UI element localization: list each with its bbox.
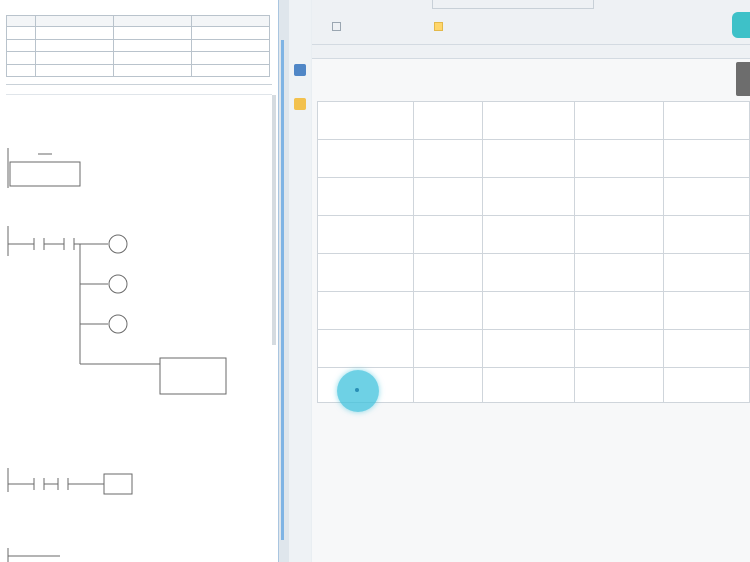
corner-action-button[interactable] xyxy=(732,12,750,38)
grid-header-cell xyxy=(316,101,415,140)
variable-table[interactable] xyxy=(6,14,270,78)
grid-cell[interactable] xyxy=(413,139,483,178)
grid-header-row xyxy=(316,101,750,140)
grid-cell[interactable] xyxy=(316,253,415,292)
var-cell[interactable] xyxy=(35,38,114,53)
grid-cell[interactable] xyxy=(481,253,576,292)
var-cell[interactable] xyxy=(6,63,36,78)
toolbar xyxy=(312,0,750,59)
folder-icon[interactable] xyxy=(294,98,306,110)
variable-row[interactable] xyxy=(6,63,270,78)
var-cell[interactable] xyxy=(113,63,192,78)
var-header-cell xyxy=(191,14,270,28)
table-row[interactable] xyxy=(316,329,750,368)
var-cell[interactable] xyxy=(191,51,270,65)
grid-cell[interactable] xyxy=(574,177,665,216)
grid-cell[interactable] xyxy=(663,253,750,292)
variable-table-header xyxy=(6,14,270,28)
grid-cell[interactable] xyxy=(481,329,576,368)
toolbar-top-field[interactable] xyxy=(432,0,594,9)
table-row[interactable] xyxy=(316,215,750,254)
coil xyxy=(108,274,128,294)
grid-cell[interactable] xyxy=(413,177,483,216)
network-icon[interactable] xyxy=(294,64,306,76)
table-row[interactable] xyxy=(316,367,750,403)
grid-header-cell xyxy=(663,101,750,140)
grid-cell[interactable] xyxy=(663,329,750,368)
output-block xyxy=(103,473,133,495)
grid-header-cell xyxy=(413,101,483,140)
grid-cell[interactable] xyxy=(574,291,665,330)
scroll-handle[interactable] xyxy=(736,62,750,96)
data-grid[interactable] xyxy=(316,101,750,403)
var-cell[interactable] xyxy=(6,38,36,53)
var-cell[interactable] xyxy=(191,26,270,40)
grid-cell[interactable] xyxy=(574,253,665,292)
var-cell[interactable] xyxy=(113,51,192,65)
mouse-cursor-icon xyxy=(355,388,359,392)
grid-cell[interactable] xyxy=(574,215,665,254)
ladder-editor-panel[interactable] xyxy=(0,0,278,562)
table-row[interactable] xyxy=(316,177,750,216)
ladder-diagram[interactable] xyxy=(0,96,278,562)
grid-cell[interactable] xyxy=(413,367,483,403)
variable-row[interactable] xyxy=(6,26,270,40)
grid-cell[interactable] xyxy=(663,291,750,330)
table-row[interactable] xyxy=(316,139,750,178)
grid-cell[interactable] xyxy=(413,329,483,368)
grid-cell[interactable] xyxy=(413,215,483,254)
var-cell[interactable] xyxy=(6,26,36,40)
grid-cell[interactable] xyxy=(574,367,665,403)
grid-cell[interactable] xyxy=(481,177,576,216)
table-row[interactable] xyxy=(316,253,750,292)
table-row[interactable] xyxy=(316,291,750,330)
var-header-cell xyxy=(35,14,114,28)
grid-header-cell xyxy=(481,101,576,140)
var-cell[interactable] xyxy=(6,51,36,65)
grid-cell[interactable] xyxy=(316,329,415,368)
grid-cell[interactable] xyxy=(481,291,576,330)
toolbar-divider xyxy=(312,44,750,45)
grid-cell[interactable] xyxy=(481,367,576,403)
var-header-cell xyxy=(113,14,192,28)
grid-cell[interactable] xyxy=(413,253,483,292)
function-block xyxy=(9,161,81,187)
var-cell[interactable] xyxy=(35,26,114,40)
variable-row[interactable] xyxy=(6,38,270,53)
grid-cell[interactable] xyxy=(663,215,750,254)
coil xyxy=(108,234,128,254)
grid-cell[interactable] xyxy=(574,139,665,178)
var-cell[interactable] xyxy=(113,26,192,40)
side-toolbar xyxy=(289,0,311,562)
grid-cell[interactable] xyxy=(481,139,576,178)
variable-row[interactable] xyxy=(6,51,270,65)
var-cell[interactable] xyxy=(191,38,270,53)
grid-cell[interactable] xyxy=(316,215,415,254)
grid-cell[interactable] xyxy=(574,329,665,368)
grid-cell[interactable] xyxy=(663,367,750,403)
grid-cell[interactable] xyxy=(663,139,750,178)
var-header-cell xyxy=(6,14,36,28)
grid-cell[interactable] xyxy=(663,177,750,216)
var-cell[interactable] xyxy=(35,63,114,78)
grid-header-cell xyxy=(574,101,665,140)
tab-table[interactable] xyxy=(332,22,345,31)
var-cell[interactable] xyxy=(35,51,114,65)
grid-cell[interactable] xyxy=(316,291,415,330)
grid-cell[interactable] xyxy=(413,291,483,330)
grid-cell[interactable] xyxy=(481,215,576,254)
table-view-panel xyxy=(312,0,750,562)
folder-icon xyxy=(434,22,443,31)
var-cell[interactable] xyxy=(191,63,270,78)
grid-cell[interactable] xyxy=(316,139,415,178)
ladder-header-bar xyxy=(6,84,272,95)
coil xyxy=(108,314,128,334)
timer-block xyxy=(159,357,227,395)
splitter-handle[interactable] xyxy=(281,40,284,540)
tab-folder[interactable] xyxy=(434,22,447,31)
var-cell[interactable] xyxy=(113,38,192,53)
grid-cell[interactable] xyxy=(316,177,415,216)
table-icon xyxy=(332,22,341,31)
